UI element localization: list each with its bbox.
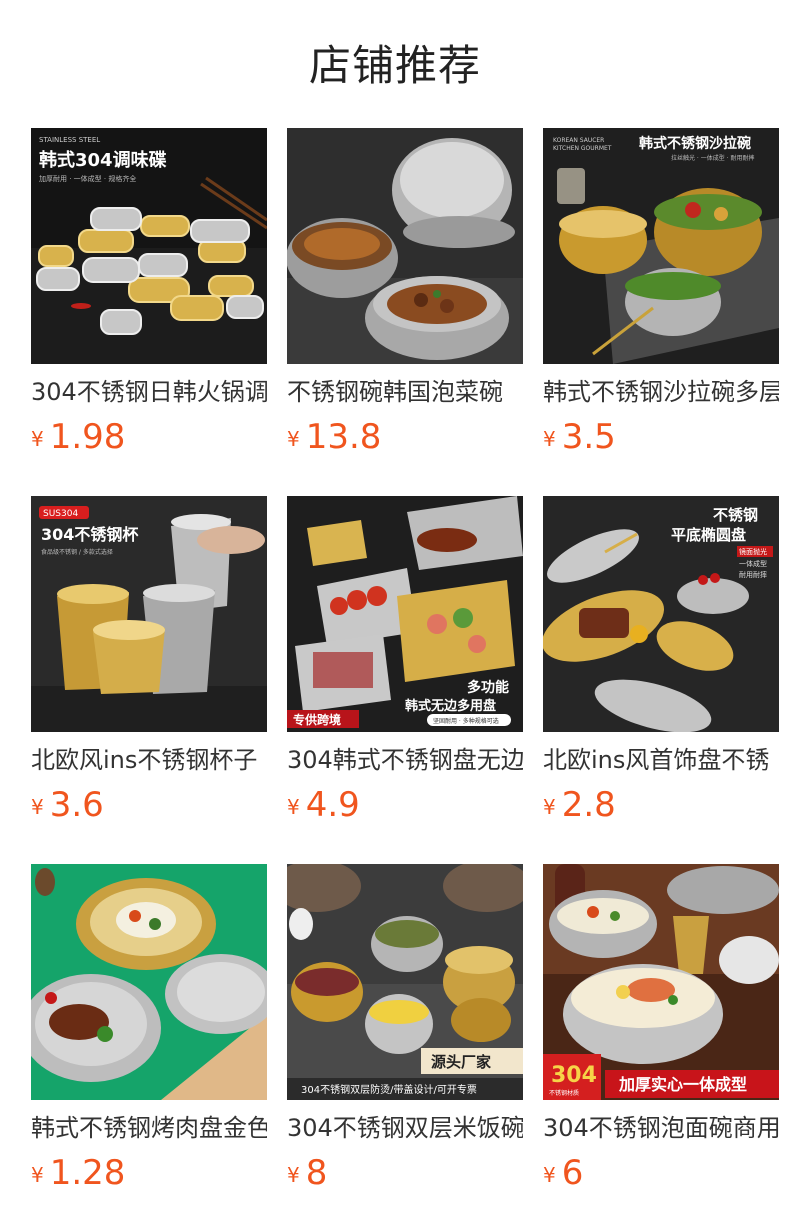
price-value: 6 [561, 1153, 584, 1193]
image-caption-main: 多功能 [467, 679, 509, 696]
product-price: ¥4.9 [287, 784, 360, 826]
image-badge: 专供跨境 [293, 712, 341, 727]
image-caption-sub: 食品级不锈钢 / 多款式选择 [41, 548, 113, 556]
product-card[interactable]: 不锈钢 平底椭圆盘 镜面抛光 一体成型 耐用耐摔 北欧ins风首饰盘不锈 ¥2.… [543, 496, 779, 826]
product-card[interactable]: 304 不锈钢材质 加厚实心一体成型 304不锈钢泡面碗商用 ¥6 [543, 864, 779, 1194]
currency-symbol: ¥ [543, 1163, 556, 1187]
image-caption-sub: 拉丝触光 · 一体成型 · 耐用耐摔 [671, 154, 754, 162]
product-image[interactable]: 304 不锈钢材质 加厚实心一体成型 [543, 864, 779, 1100]
currency-symbol: ¥ [543, 427, 556, 451]
shop-recommend-page: 店铺推荐 STAINLESS STEEL 韩式304调味碟 加厚耐用 · 一体成… [0, 0, 790, 1232]
product-name[interactable]: 304韩式不锈钢盘无边 [287, 743, 523, 777]
product-image-svg: 专供跨境 多功能 韩式无边多用盘 坚固耐用 · 多种规格可选 [287, 496, 523, 732]
price-value: 3.6 [49, 785, 104, 825]
product-name[interactable]: 304不锈钢泡面碗商用 [543, 1111, 779, 1145]
image-caption-small: SUS304 [43, 509, 78, 519]
product-card[interactable]: KOREAN SAUCER KITCHEN GOURMET 韩式不锈钢沙拉碗 拉… [543, 128, 779, 458]
product-image-svg [31, 864, 267, 1100]
product-image[interactable] [31, 864, 267, 1100]
product-price: ¥1.98 [31, 416, 125, 458]
image-caption-small: KITCHEN GOURMET [553, 145, 612, 152]
image-caption-main: 304不锈钢杯 [41, 525, 139, 544]
price-value: 13.8 [305, 417, 382, 457]
image-caption-main: 韩式304调味碟 [39, 149, 167, 171]
image-tag: 耐用耐摔 [739, 570, 767, 579]
price-value: 1.98 [49, 417, 126, 457]
product-price: ¥8 [287, 1152, 327, 1194]
image-badge: 304 [551, 1063, 597, 1088]
product-image[interactable]: 专供跨境 多功能 韩式无边多用盘 坚固耐用 · 多种规格可选 [287, 496, 523, 732]
image-badge-sub: 不锈钢材质 [549, 1089, 579, 1097]
price-value: 3.5 [561, 417, 616, 457]
product-image-svg: SUS304 304不锈钢杯 食品级不锈钢 / 多款式选择 [31, 496, 267, 732]
product-card[interactable]: 韩式不锈钢烤肉盘金色 ¥1.28 [31, 864, 267, 1194]
currency-symbol: ¥ [31, 427, 44, 451]
currency-symbol: ¥ [287, 1163, 300, 1187]
image-tag: 镜面抛光 [739, 547, 767, 556]
image-caption-sub: 加厚耐用 · 一体成型 · 规格齐全 [39, 174, 136, 183]
product-price: ¥3.5 [543, 416, 616, 458]
image-caption-sub: 304不锈钢双层防烫/带盖设计/可开专票 [301, 1083, 477, 1096]
image-caption-small: STAINLESS STEEL [39, 136, 100, 144]
product-card[interactable]: SUS304 304不锈钢杯 食品级不锈钢 / 多款式选择 北欧风ins不锈钢杯… [31, 496, 267, 826]
product-image[interactable] [287, 128, 523, 364]
image-caption-main: 加厚实心一体成型 [618, 1075, 747, 1094]
product-image-svg: 不锈钢 平底椭圆盘 镜面抛光 一体成型 耐用耐摔 [543, 496, 779, 732]
image-caption-main: 韩式无边多用盘 [405, 698, 496, 714]
product-name[interactable]: 北欧ins风首饰盘不锈 [543, 743, 779, 777]
product-price: ¥13.8 [287, 416, 381, 458]
product-name[interactable]: 不锈钢碗韩国泡菜碗 [287, 375, 523, 409]
product-card[interactable]: 源头厂家 304不锈钢双层防烫/带盖设计/可开专票 304不锈钢双层米饭碗 ¥8 [287, 864, 523, 1194]
product-image-svg: KOREAN SAUCER KITCHEN GOURMET 韩式不锈钢沙拉碗 拉… [543, 128, 779, 364]
product-image[interactable]: STAINLESS STEEL 韩式304调味碟 加厚耐用 · 一体成型 · 规… [31, 128, 267, 364]
product-card[interactable]: 不锈钢碗韩国泡菜碗 ¥13.8 [287, 128, 523, 458]
product-card[interactable]: 专供跨境 多功能 韩式无边多用盘 坚固耐用 · 多种规格可选 304韩式不锈钢盘… [287, 496, 523, 826]
page-title: 店铺推荐 [308, 41, 481, 90]
price-value: 1.28 [49, 1153, 126, 1193]
image-caption-sub: 坚固耐用 · 多种规格可选 [433, 717, 499, 725]
product-price: ¥3.6 [31, 784, 104, 826]
image-caption-main: 不锈钢 [713, 506, 758, 524]
currency-symbol: ¥ [287, 427, 300, 451]
product-image[interactable]: KOREAN SAUCER KITCHEN GOURMET 韩式不锈钢沙拉碗 拉… [543, 128, 779, 364]
product-card[interactable]: STAINLESS STEEL 韩式304调味碟 加厚耐用 · 一体成型 · 规… [31, 128, 267, 458]
product-name[interactable]: 北欧风ins不锈钢杯子 [31, 743, 267, 777]
product-image-svg: 304 不锈钢材质 加厚实心一体成型 [543, 864, 779, 1100]
price-value: 2.8 [561, 785, 616, 825]
product-name[interactable]: 韩式不锈钢沙拉碗多层 [543, 375, 779, 409]
image-caption-main: 平底椭圆盘 [671, 526, 746, 544]
product-image-svg [287, 128, 523, 364]
currency-symbol: ¥ [31, 1163, 44, 1187]
product-name[interactable]: 韩式不锈钢烤肉盘金色 [31, 1111, 267, 1145]
product-price: ¥2.8 [543, 784, 616, 826]
product-name[interactable]: 304不锈钢双层米饭碗 [287, 1111, 523, 1145]
currency-symbol: ¥ [31, 795, 44, 819]
price-value: 8 [305, 1153, 328, 1193]
currency-symbol: ¥ [543, 795, 556, 819]
product-price: ¥6 [543, 1152, 583, 1194]
price-value: 4.9 [305, 785, 360, 825]
image-tag: 一体成型 [739, 559, 767, 568]
product-image-svg: STAINLESS STEEL 韩式304调味碟 加厚耐用 · 一体成型 · 规… [31, 128, 267, 364]
image-caption-small: KOREAN SAUCER [553, 137, 604, 144]
product-price: ¥1.28 [31, 1152, 125, 1194]
currency-symbol: ¥ [287, 795, 300, 819]
product-image-svg: 源头厂家 304不锈钢双层防烫/带盖设计/可开专票 [287, 864, 523, 1100]
product-name[interactable]: 304不锈钢日韩火锅调 [31, 375, 267, 409]
product-image[interactable]: 不锈钢 平底椭圆盘 镜面抛光 一体成型 耐用耐摔 [543, 496, 779, 732]
image-caption-main: 韩式不锈钢沙拉碗 [639, 135, 751, 152]
product-image[interactable]: SUS304 304不锈钢杯 食品级不锈钢 / 多款式选择 [31, 496, 267, 732]
product-image[interactable]: 源头厂家 304不锈钢双层防烫/带盖设计/可开专票 [287, 864, 523, 1100]
image-badge: 源头厂家 [431, 1053, 491, 1071]
